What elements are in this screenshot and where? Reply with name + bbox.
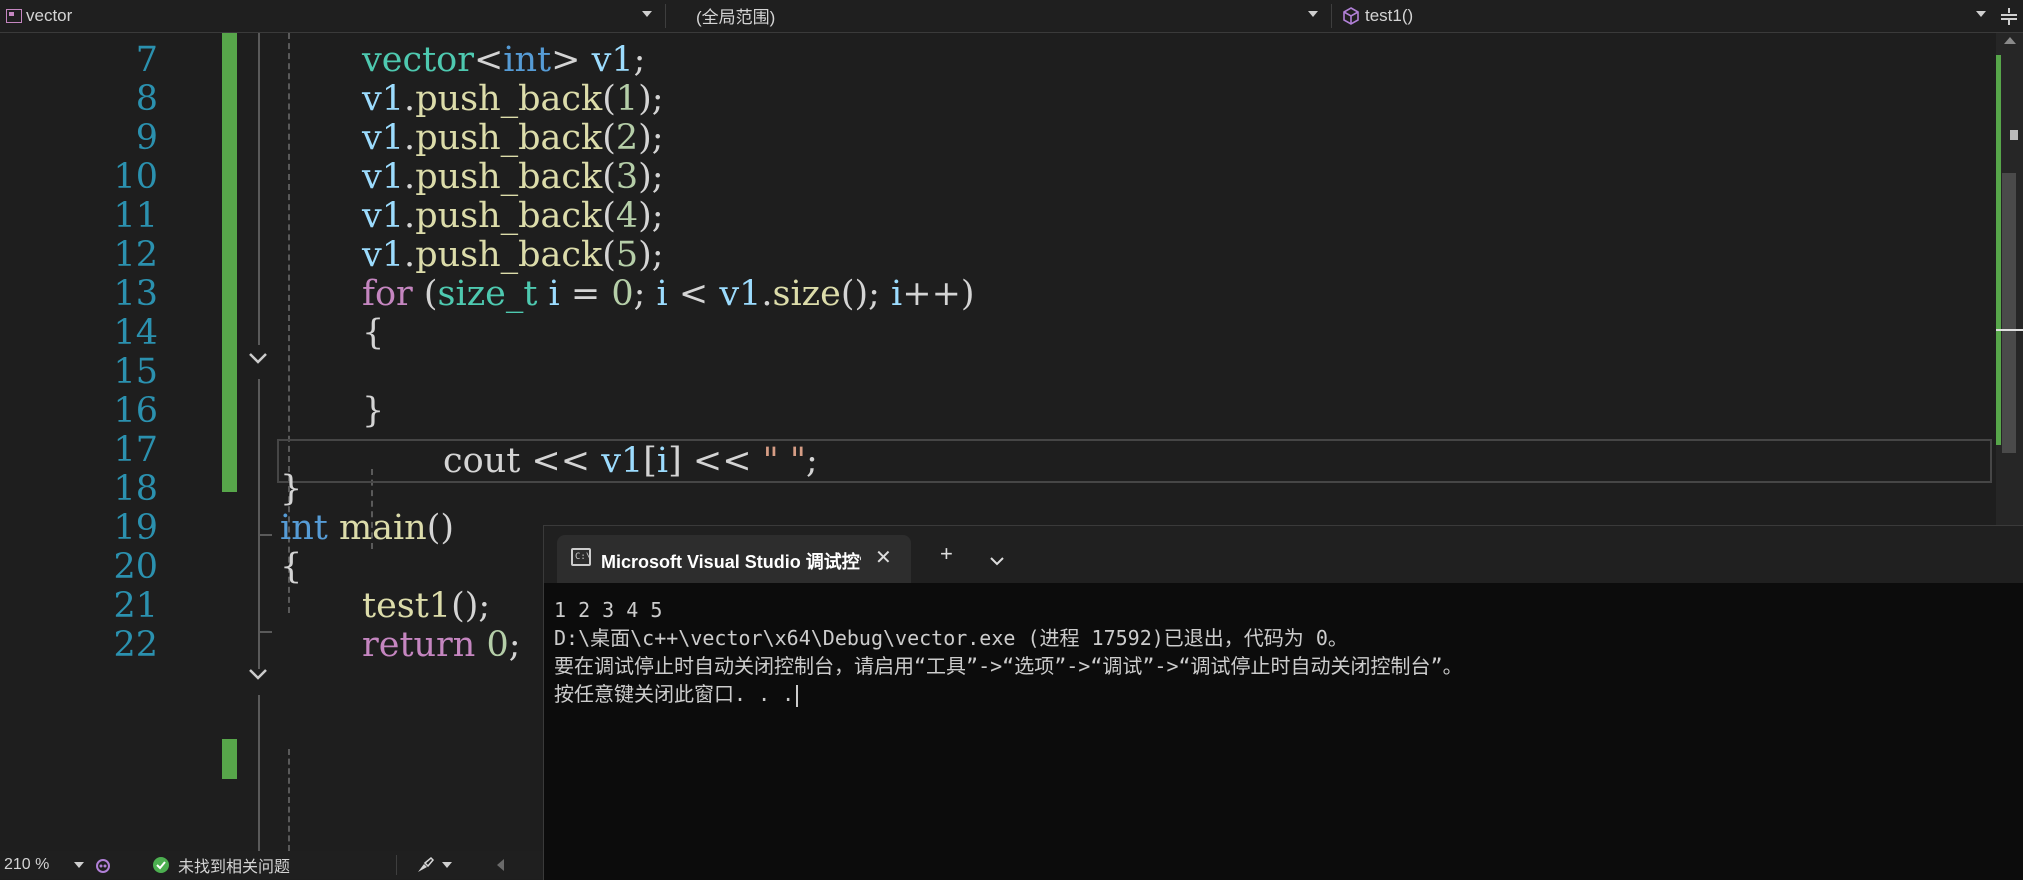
zoom-level[interactable]: 210 % [4, 851, 49, 879]
copilot-icon[interactable] [93, 851, 113, 879]
scroll-up-arrow-icon[interactable] [2004, 37, 2016, 44]
scroll-marker [2010, 130, 2018, 140]
code-line: { [280, 547, 303, 587]
close-icon[interactable]: ✕ [875, 545, 892, 570]
member-label: test1() [1365, 5, 1414, 25]
chevron-down-icon[interactable] [990, 546, 1004, 572]
navigation-bar: vector (全局范围) test1() [0, 0, 2023, 33]
code-line: cout << v1[i] << " "; [443, 441, 818, 481]
divider [396, 855, 397, 875]
scroll-thumb[interactable] [2002, 173, 2016, 453]
terminal-line: 要在调试停止时自动关闭控制台，请启用“工具”->“选项”->“调试”->“调试停… [554, 654, 1463, 678]
line-number: 22 [113, 625, 158, 665]
text-cursor [796, 684, 799, 707]
chevron-down-icon[interactable] [442, 851, 452, 879]
code-line: return 0; [362, 625, 521, 665]
chevron-down-icon [1976, 11, 1986, 17]
chevron-down-icon [642, 11, 652, 17]
project-dropdown[interactable]: vector [0, 0, 662, 31]
issues-status[interactable]: 未找到相关问题 [178, 851, 290, 879]
terminal-line-text: 按任意键关闭此窗口. . . [554, 682, 795, 706]
scope-label: (全局范围) [696, 8, 776, 27]
indicator-margin [0, 33, 52, 851]
console-icon: C:\ [571, 548, 591, 566]
project-icon [6, 8, 22, 23]
code-line: int main() [280, 508, 455, 548]
terminal-titlebar: C:\ Microsoft Visual Studio 调试控制台 ✕ + [544, 526, 2023, 583]
terminal-tab[interactable]: C:\ Microsoft Visual Studio 调试控制台 ✕ [557, 535, 911, 583]
indent-guide [288, 749, 290, 851]
code-line: { [362, 313, 385, 353]
caret-position-marker [1996, 329, 2023, 331]
scroll-left-arrow-icon[interactable] [497, 851, 504, 879]
divider [1331, 4, 1332, 28]
terminal-line: 按任意键关闭此窗口. . . [554, 680, 1463, 708]
member-dropdown[interactable]: test1() [1334, 0, 1996, 31]
terminal-output[interactable]: 1 2 3 4 5 D:\桌面\c++\vector\x64\Debug\vect… [554, 596, 1463, 708]
divider [665, 4, 666, 28]
project-name: vector [26, 5, 73, 25]
check-circle-icon [152, 851, 170, 879]
outline-line [258, 534, 272, 536]
terminal-tab-title: Microsoft Visual Studio 调试控制台 [601, 552, 861, 572]
change-marker [1996, 55, 2001, 445]
new-tab-plus-icon[interactable]: + [940, 541, 953, 567]
outline-line [258, 631, 272, 633]
editor-status-bar: 210 % 未找到相关问题 [0, 851, 543, 879]
outline-line [258, 695, 260, 851]
outline-line [258, 379, 260, 669]
outline-line [258, 33, 260, 345]
method-cube-icon [1343, 6, 1359, 25]
code-line: for (size_t i = 0; i < v1.size(); i++) [362, 274, 975, 314]
chevron-down-icon[interactable] [74, 851, 84, 879]
brush-icon[interactable] [415, 851, 435, 879]
chevron-down-icon [1308, 11, 1318, 17]
code-line: } [362, 391, 385, 431]
terminal-line: 1 2 3 4 5 [554, 598, 663, 622]
change-indicator [222, 33, 237, 492]
change-indicator [222, 739, 237, 779]
scope-dropdown[interactable]: (全局范围) [668, 0, 1328, 31]
collapse-chevron-icon[interactable] [246, 346, 270, 370]
split-editor-icon[interactable] [2001, 6, 2017, 26]
terminal-line: D:\桌面\c++\vector\x64\Debug\vector.exe (进… [554, 626, 1348, 650]
debug-console-window[interactable]: C:\ Microsoft Visual Studio 调试控制台 ✕ + 1 … [543, 525, 2023, 880]
